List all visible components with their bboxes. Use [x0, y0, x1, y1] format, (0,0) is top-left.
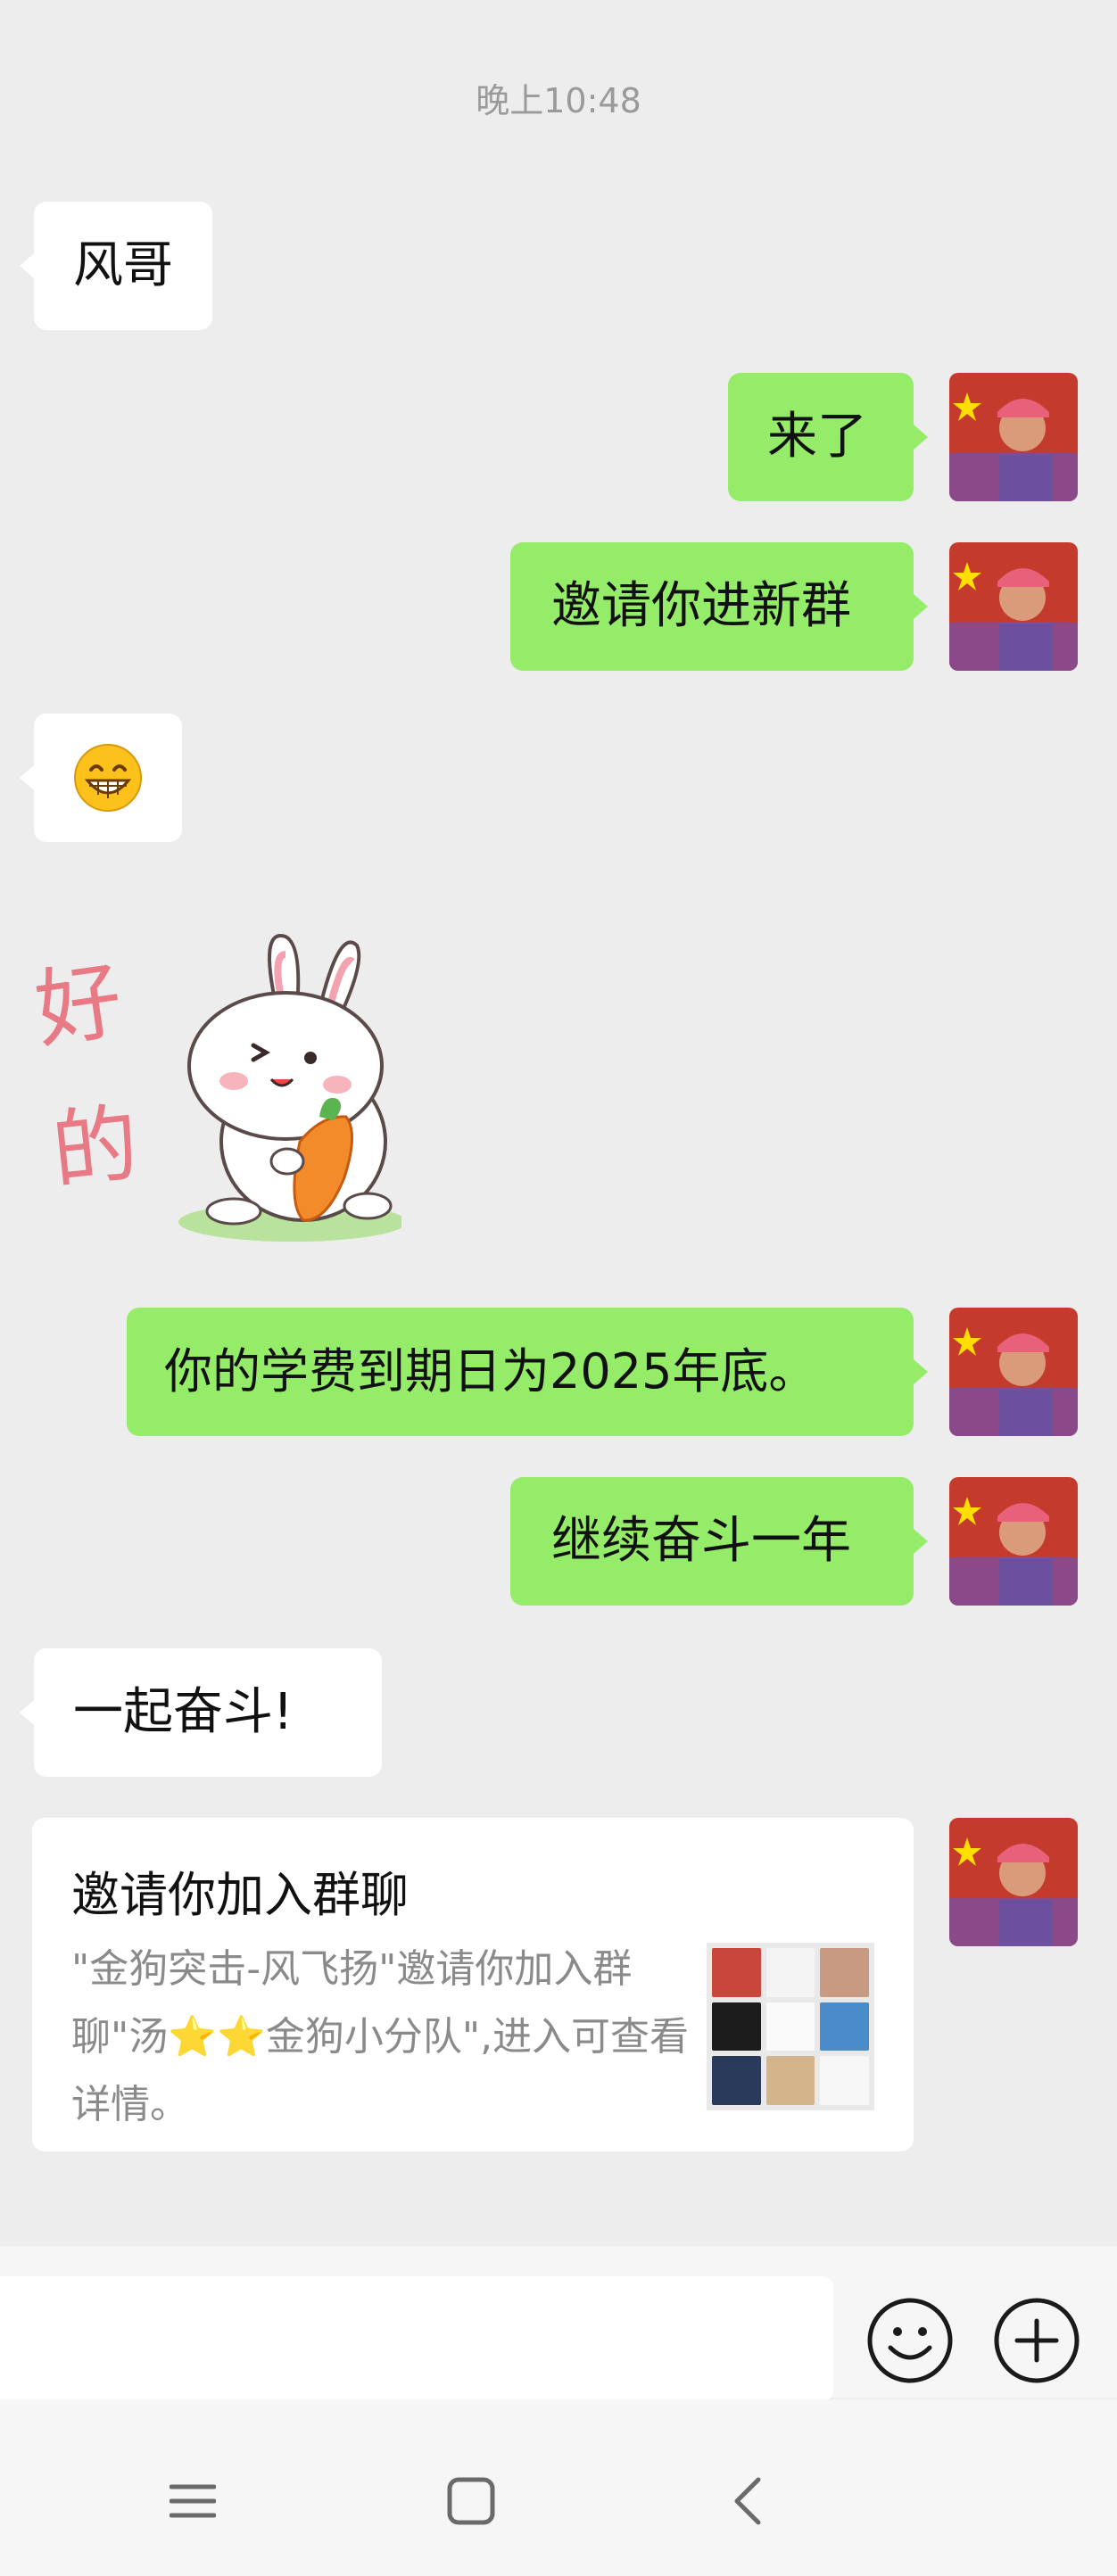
avatar[interactable]: [949, 1477, 1078, 1606]
invite-card-title: 邀请你加入群聊: [71, 1867, 409, 1923]
message-text: 你的学费到期日为2025年底。: [164, 1343, 817, 1399]
group-invite-card[interactable]: 邀请你加入群聊 "金狗突击-风飞扬"邀请你加入群聊"汤⭐⭐金狗小分队",进入可查…: [32, 1818, 914, 2151]
plus-circle-icon[interactable]: [992, 2296, 1081, 2385]
avatar[interactable]: [949, 373, 1078, 501]
avatar[interactable]: [949, 1818, 1078, 1946]
star-emoji-icon: ⭐⭐: [168, 2014, 266, 2060]
member-avatar: [712, 1948, 761, 1997]
message-bubble-sent[interactable]: 你的学费到期日为2025年底。: [127, 1308, 928, 1436]
invite-card-description: "金狗突击-风飞扬"邀请你加入群聊"汤⭐⭐金狗小分队",进入可查看详情。: [71, 1936, 696, 2139]
message-bubble-received[interactable]: 😁: [20, 714, 182, 842]
back-chevron-icon[interactable]: [730, 2476, 765, 2526]
timestamp: 晚上10:48: [476, 81, 641, 120]
grinning-emoji-icon: [74, 744, 142, 812]
message-text: 来了: [767, 408, 867, 466]
home-square-icon[interactable]: [446, 2476, 496, 2526]
member-avatar: [820, 2056, 869, 2105]
member-avatar: [765, 2056, 815, 2105]
message-bubble-sent[interactable]: 继续奋斗一年: [510, 1477, 928, 1606]
message-text: 风哥: [73, 236, 173, 294]
svg-text:的: 的: [47, 1094, 143, 1201]
system-navigation-bar: [0, 2399, 1117, 2576]
message-text: 邀请你进新群: [551, 577, 851, 635]
member-avatar: [712, 2056, 761, 2105]
member-avatar: [712, 2002, 761, 2052]
message-bubble-received[interactable]: 一起奋斗!: [20, 1648, 382, 1777]
smiley-face-icon[interactable]: [865, 2296, 955, 2385]
message-text: 继续奋斗一年: [551, 1512, 851, 1570]
group-avatar-grid: [707, 1943, 874, 2110]
sticker-ok-rabbit[interactable]: 好 的 好的: [29, 910, 407, 1258]
message-bubble-received[interactable]: 风哥: [20, 202, 212, 330]
avatar[interactable]: [949, 542, 1078, 671]
member-avatar: [820, 2002, 869, 2052]
message-bubble-sent[interactable]: 邀请你进新群: [510, 542, 928, 671]
message-text: 一起奋斗!: [73, 1683, 294, 1741]
member-avatar: [765, 1948, 815, 1997]
member-avatar: [820, 1948, 869, 1997]
avatar[interactable]: [949, 1308, 1078, 1436]
message-input[interactable]: [0, 2276, 833, 2401]
message-bubble-sent[interactable]: 来了: [728, 373, 928, 501]
svg-text:好: 好: [36, 950, 128, 1061]
menu-icon[interactable]: [169, 2478, 217, 2524]
member-avatar: [765, 2002, 815, 2052]
